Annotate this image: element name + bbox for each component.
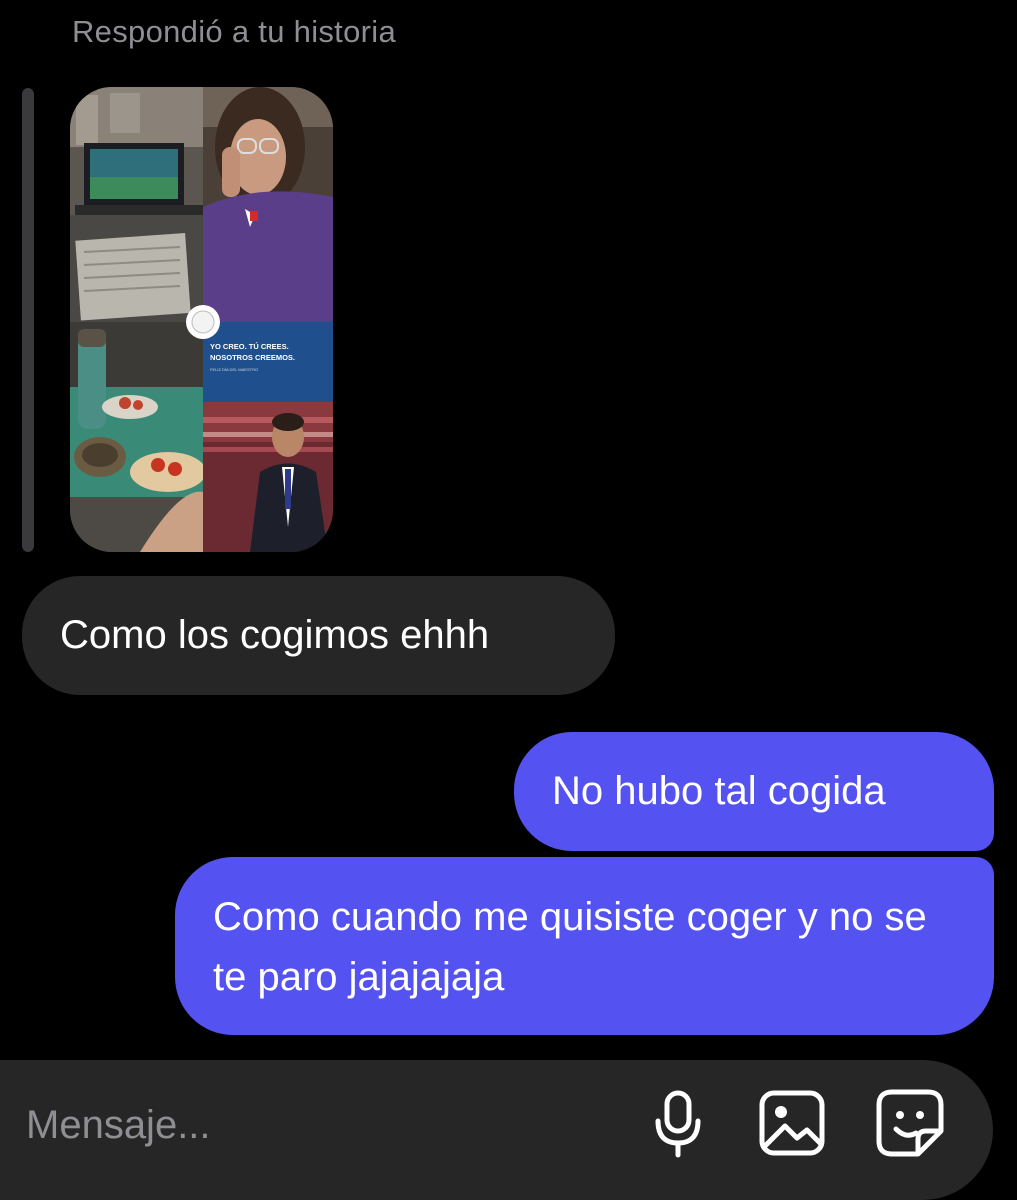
- message-composer: [0, 1060, 993, 1200]
- story-thumbnail[interactable]: YO CREO. TÚ CREES. NOSOTROS CREEMOS. FEL…: [70, 87, 333, 552]
- microphone-button[interactable]: [642, 1087, 714, 1159]
- message-bubble-outgoing[interactable]: No hubo tal cogida: [514, 732, 994, 851]
- story-graphic-line3: FELIZ DÍA DEL MAESTRO: [210, 367, 258, 372]
- image-icon: [759, 1090, 825, 1156]
- story-graphic-line2: NOSOTROS CREEMOS.: [210, 353, 295, 362]
- sticker-icon: [876, 1089, 944, 1157]
- sticker-button[interactable]: [874, 1087, 946, 1159]
- message-bubble-incoming[interactable]: Como los cogimos ehhh: [22, 576, 615, 695]
- story-graphic-line1: YO CREO. TÚ CREES.: [210, 342, 289, 351]
- microphone-icon: [655, 1090, 701, 1158]
- message-input[interactable]: [24, 1102, 588, 1149]
- reply-indicator-bar: [22, 88, 34, 552]
- message-bubble-outgoing[interactable]: Como cuando me quisiste coger y no se te…: [175, 857, 994, 1035]
- dm-thread-screen: Respondió a tu historia YO CREO. TÚ CREE…: [0, 0, 1017, 1200]
- gallery-button[interactable]: [756, 1087, 828, 1159]
- story-reply-caption: Respondió a tu historia: [72, 14, 396, 49]
